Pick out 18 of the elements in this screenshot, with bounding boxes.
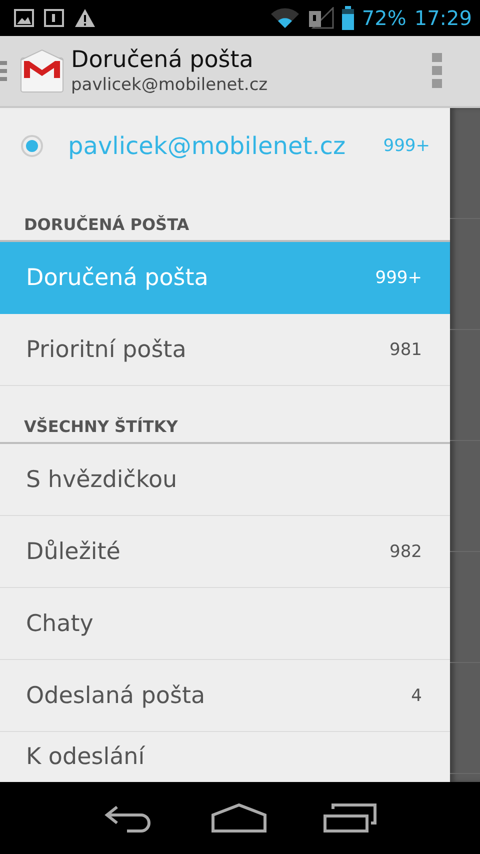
wifi-icon [270, 7, 300, 29]
radio-button[interactable] [20, 134, 44, 158]
warning-icon [74, 8, 96, 28]
drawer-item[interactable]: K odeslání [0, 732, 450, 782]
no-sim-signal-icon [308, 7, 334, 29]
calendar-icon [44, 9, 64, 27]
battery-icon [342, 6, 354, 30]
account-email: pavlicek@mobilenet.cz [68, 132, 347, 160]
battery-percentage: 72% [362, 6, 406, 30]
drawer-indicator-icon[interactable] [0, 59, 7, 83]
account-subtitle: pavlicek@mobilenet.cz [71, 74, 269, 96]
unread-count: 999+ [383, 136, 430, 156]
screen-title: Doručená pošta [71, 46, 254, 74]
home-icon[interactable] [211, 803, 267, 833]
clock: 17:29 [414, 6, 472, 30]
envelope-logo-icon[interactable] [19, 48, 65, 94]
recent-apps-icon[interactable] [323, 803, 377, 833]
picture-notification-icon [14, 9, 34, 27]
